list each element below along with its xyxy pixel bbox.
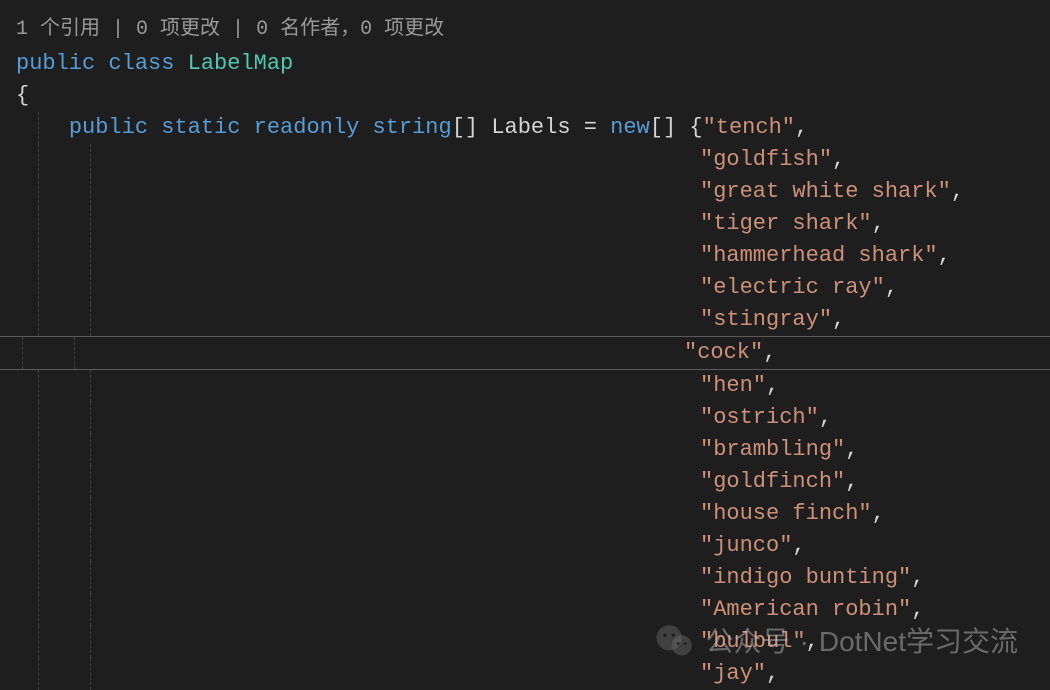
string-line[interactable]: "tiger shark", [16, 208, 1050, 240]
codelens-sep: | [220, 18, 256, 41]
string-line[interactable]: "hammerhead shark", [16, 240, 1050, 272]
string-literal: "stingray" [700, 307, 832, 332]
string-literal: "American robin" [700, 597, 911, 622]
keyword-readonly: readonly [254, 115, 360, 140]
string-literal: "brambling" [700, 437, 845, 462]
string-literal: "junco" [700, 533, 792, 558]
string-literal: "indigo bunting" [700, 565, 911, 590]
keyword-class: class [108, 51, 174, 76]
brackets: [] [452, 115, 478, 140]
string-literal: "ostrich" [700, 405, 819, 430]
keyword-public: public [69, 115, 148, 140]
string-line[interactable]: "junco", [16, 530, 1050, 562]
string-literal: "jay" [700, 661, 766, 686]
watermark-sep: · [800, 626, 809, 658]
string-line[interactable]: "stingray", [16, 304, 1050, 336]
string-literal: "house finch" [700, 501, 872, 526]
codelens-changes2[interactable]: 0 项更改 [360, 18, 444, 41]
field-declaration[interactable]: public static readonly string[] Labels =… [16, 112, 1050, 144]
string-line[interactable]: "great white shark", [16, 176, 1050, 208]
class-declaration[interactable]: public class LabelMap [16, 48, 1050, 80]
string-line[interactable]: "brambling", [16, 434, 1050, 466]
string-line[interactable]: "electric ray", [16, 272, 1050, 304]
string-literal: "cock" [684, 340, 763, 365]
string-line[interactable]: "goldfinch", [16, 466, 1050, 498]
string-literal: "great white shark" [700, 179, 951, 204]
codelens-bar[interactable]: 1 个引用 | 0 项更改 | 0 名作者，0 项更改 [16, 14, 1050, 46]
wechat-icon [654, 621, 696, 663]
class-name: LabelMap [188, 51, 294, 76]
string-literal: "goldfinch" [700, 469, 845, 494]
keyword-static: static [161, 115, 240, 140]
string-literal: "goldfish" [700, 147, 832, 172]
string-line[interactable]: "cock", [0, 336, 1050, 370]
string-literal: "hen" [700, 373, 766, 398]
string-line[interactable]: "indigo bunting", [16, 562, 1050, 594]
codelens-changes[interactable]: 0 项更改 [136, 18, 220, 41]
string-line[interactable]: "house finch", [16, 498, 1050, 530]
codelens-sep: ， [340, 18, 360, 41]
watermark-text1: 公众号 [706, 626, 790, 658]
string-literal: "hammerhead shark" [700, 243, 938, 268]
string-line[interactable]: "hen", [16, 370, 1050, 402]
keyword-string: string [372, 115, 451, 140]
codelens-sep: | [100, 18, 136, 41]
string-literal: "electric ray" [700, 275, 885, 300]
string-literal: "tiger shark" [700, 211, 872, 236]
string-line[interactable]: "ostrich", [16, 402, 1050, 434]
codelens-references[interactable]: 1 个引用 [16, 18, 100, 41]
watermark-text2: DotNet学习交流 [819, 626, 1018, 658]
string-line[interactable]: "goldfish", [16, 144, 1050, 176]
codelens-authors[interactable]: 0 名作者 [256, 18, 340, 41]
string-literal: "tench" [703, 115, 795, 140]
keyword-new: new [610, 115, 650, 140]
watermark: 公众号 · DotNet学习交流 [654, 621, 1019, 663]
keyword-public: public [16, 51, 95, 76]
brace-open[interactable]: { [16, 80, 1050, 112]
field-name: Labels [491, 115, 570, 140]
